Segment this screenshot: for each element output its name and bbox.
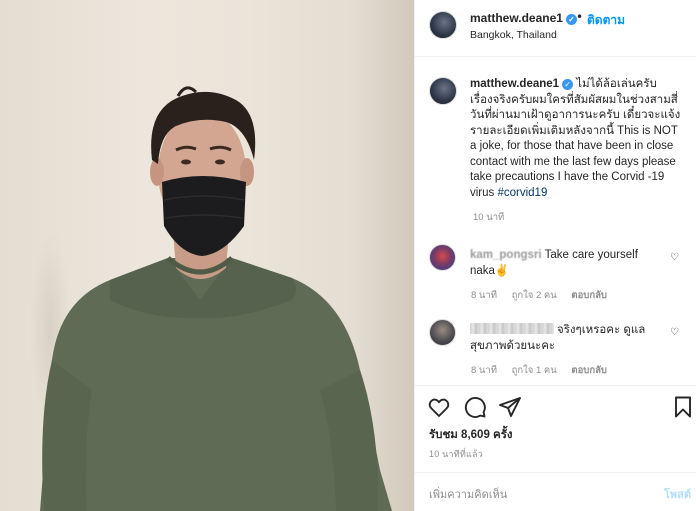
commenter-avatar[interactable] bbox=[429, 244, 456, 271]
comment-likes[interactable]: ถูกใจ 1 คน bbox=[512, 365, 557, 376]
bookmark-icon[interactable] bbox=[671, 395, 695, 419]
post-timestamp: 10 นาทีที่แล้ว bbox=[429, 449, 483, 459]
heart-icon[interactable] bbox=[427, 395, 451, 419]
person-figure bbox=[40, 86, 392, 511]
view-count[interactable]: รับชม 8,609 ครั้ง bbox=[429, 426, 513, 444]
caption-username[interactable]: matthew.deane1 bbox=[470, 78, 559, 90]
follow-button[interactable]: ติดตาม bbox=[587, 11, 625, 30]
caption-text-block: matthew.deane1 ✓ ไม่ได้ล้อเล่นครับ เรื่อง… bbox=[470, 77, 682, 201]
comment-meta: 8 นาที ถูกใจ 2 คน ตอบกลับ bbox=[471, 288, 619, 303]
comment-time: 8 นาที bbox=[471, 290, 498, 301]
comment-like-heart-icon[interactable]: ♡ bbox=[670, 252, 679, 263]
commenter-avatar[interactable] bbox=[429, 319, 456, 346]
comment-reply-button[interactable]: ตอบกลับ bbox=[571, 290, 607, 301]
right-eye bbox=[215, 159, 225, 165]
post-comment-button[interactable]: โพสต์ bbox=[664, 485, 691, 503]
post-photo bbox=[0, 0, 414, 511]
left-eye bbox=[181, 159, 191, 165]
comment-time: 8 นาที bbox=[471, 365, 498, 376]
add-comment-input[interactable]: เพิ่มความคิดเห็น bbox=[429, 485, 507, 503]
comment-reply-button[interactable]: ตอบกลับ bbox=[571, 365, 607, 376]
add-comment-bar: เพิ่มความคิดเห็น โพสต์ bbox=[415, 472, 696, 511]
comment-like-heart-icon[interactable]: ♡ bbox=[670, 327, 679, 338]
post-caption: matthew.deane1 ✓ ไม่ได้ล้อเล่นครับ เรื่อง… bbox=[415, 68, 696, 228]
verified-badge-icon: ✓ bbox=[562, 79, 574, 90]
caption-body: ไม่ได้ล้อเล่นครับ เรื่องจริงครับผมใครที่… bbox=[470, 78, 681, 199]
post-details-panel: matthew.deane1 ✓ • ติดตาม Bangkok, Thaila… bbox=[414, 0, 696, 511]
redacted-username bbox=[470, 323, 554, 334]
caption-hashtag[interactable]: #corvid19 bbox=[497, 187, 547, 199]
author-username[interactable]: matthew.deane1 ✓ bbox=[470, 11, 577, 25]
caption-time: 10 นาที bbox=[473, 212, 505, 223]
post-header: matthew.deane1 ✓ • ติดตาม Bangkok, Thaila… bbox=[415, 0, 696, 57]
comment-text-block: จริงๆเหรอคะ ดูแลสุขภาพด้วยนะคะ bbox=[470, 322, 665, 354]
share-icon[interactable] bbox=[498, 395, 522, 419]
comment-likes[interactable]: ถูกใจ 2 คน bbox=[512, 290, 557, 301]
comment-username[interactable]: kam_pongsri bbox=[470, 249, 542, 261]
caption-author-avatar[interactable] bbox=[429, 77, 457, 105]
author-avatar[interactable] bbox=[429, 11, 457, 39]
comment-icon[interactable] bbox=[463, 395, 487, 419]
comment-text-block: kam_pongsri Take care yourself naka✌ bbox=[470, 247, 665, 279]
separator-dot: • bbox=[576, 10, 584, 24]
post-location[interactable]: Bangkok, Thailand bbox=[470, 29, 557, 41]
comment-meta: 8 นาที ถูกใจ 1 คน ตอบกลับ bbox=[471, 363, 619, 378]
